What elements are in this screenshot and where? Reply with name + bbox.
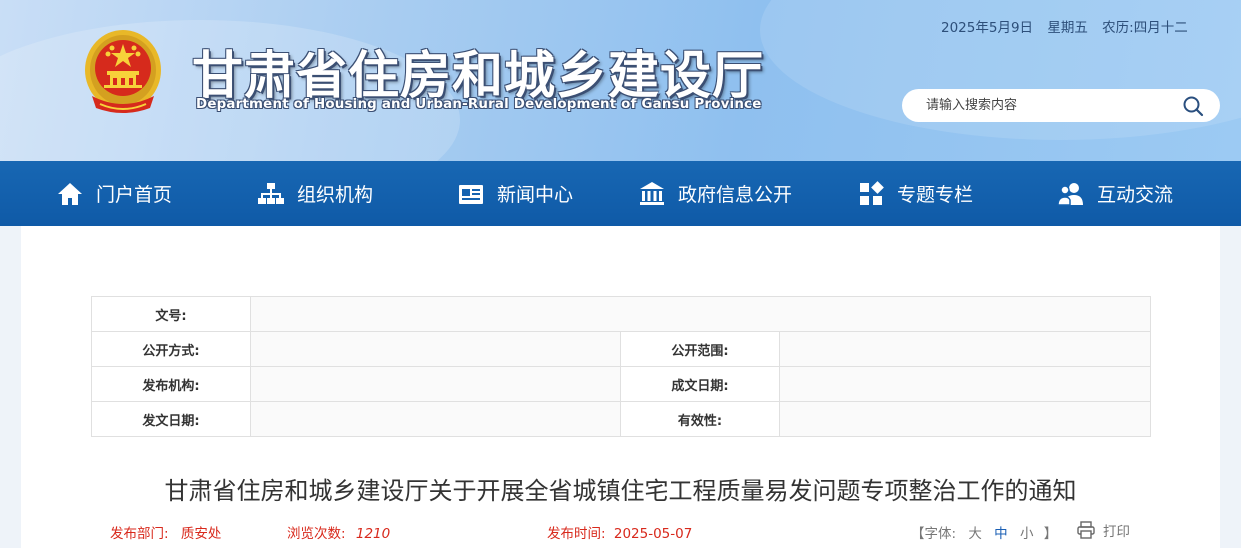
table-row: 发布机构: 成文日期:	[91, 366, 1151, 402]
font-size-label: 字体:	[924, 526, 957, 542]
publish-dept-value: 质安处	[180, 526, 222, 542]
font-large-button[interactable]: 大	[968, 526, 982, 542]
publish-time: 发布时间: 2025-05-07	[547, 522, 692, 542]
print-label: 打印	[1103, 524, 1130, 540]
disclosure-method-label: 公开方式:	[91, 331, 251, 367]
printer-icon	[1077, 521, 1095, 539]
document-meta-table: 文号: 公开方式: 公开范围: 发布机构: 成文日期: 发文日期: 有效性:	[91, 296, 1151, 437]
org-chart-icon	[258, 182, 284, 204]
issuer-label: 发布机构:	[91, 366, 251, 402]
article-title: 甘肃省住房和城乡建设厅关于开展全省城镇住宅工程质量易发问题专项整治工作的通知	[164, 477, 1077, 505]
nav-label: 专题专栏	[897, 184, 974, 206]
disclosure-method-value	[250, 331, 621, 367]
nav-item-special-topics[interactable]: 专题专栏	[857, 161, 973, 226]
table-row: 发文日期: 有效性:	[91, 401, 1151, 437]
article-info-bar: 发布部门: 质安处 浏览次数: 1210 发布时间: 2025-05-07 【字…	[21, 520, 1220, 546]
disclosure-scope-value	[779, 331, 1151, 367]
nav-label: 政府信息公开	[678, 184, 793, 206]
view-count-label: 浏览次数:	[287, 526, 346, 542]
created-date-value	[779, 366, 1151, 402]
print-button[interactable]: 打印	[1077, 520, 1130, 540]
nav-label: 门户首页	[96, 184, 173, 206]
issue-date-value	[250, 401, 621, 437]
created-date-label: 成文日期:	[620, 366, 780, 402]
nav-item-interaction[interactable]: 互动交流	[1057, 161, 1173, 226]
disclosure-scope-label: 公开范围:	[620, 331, 780, 367]
font-size-control: 【字体: 大 中 小 】	[911, 522, 1057, 542]
site-header: 甘肃省住房和城乡建设厅 Department of Housing and Ur…	[0, 0, 1241, 161]
bracket-open: 【	[911, 526, 925, 542]
users-icon	[1057, 182, 1083, 206]
table-row: 文号:	[91, 296, 1151, 332]
doc-number-value	[250, 296, 1151, 332]
nav-item-news[interactable]: 新闻中心	[457, 161, 573, 226]
nav-item-home[interactable]: 门户首页	[56, 161, 172, 226]
current-weekday: 星期五	[1047, 20, 1088, 36]
publish-dept: 发布部门: 质安处	[110, 522, 221, 542]
search-box	[902, 89, 1220, 122]
validity-label: 有效性:	[620, 401, 780, 437]
view-count-value: 1210	[355, 526, 391, 542]
publish-time-value: 2025-05-07	[613, 526, 693, 542]
nav-label: 组织机构	[297, 184, 374, 206]
font-small-button[interactable]: 小	[1020, 526, 1034, 542]
national-emblem-icon	[85, 30, 161, 113]
grid-icon	[860, 180, 884, 205]
nav-item-organization[interactable]: 组织机构	[257, 161, 373, 226]
main-nav: 门户首页 组织机构 新闻中心 政府信息公开 专题专栏 互动交流	[0, 161, 1241, 226]
nav-label: 新闻中心	[497, 184, 574, 206]
table-row: 公开方式: 公开范围:	[91, 331, 1151, 367]
view-count: 浏览次数: 1210	[287, 522, 390, 542]
nav-item-gov-info[interactable]: 政府信息公开	[638, 161, 792, 226]
publish-dept-label: 发布部门:	[110, 526, 169, 542]
font-medium-button[interactable]: 中	[994, 526, 1008, 542]
issue-date-label: 发文日期:	[91, 401, 251, 437]
issuer-value	[250, 366, 621, 402]
validity-value	[779, 401, 1151, 437]
main-content: 文号: 公开方式: 公开范围: 发布机构: 成文日期: 发文日期: 有效性: 甘…	[21, 226, 1220, 548]
bracket-close: 】	[1043, 526, 1058, 542]
doc-number-label: 文号:	[91, 296, 251, 332]
site-subtitle: Department of Housing and Urban-Rural De…	[196, 97, 762, 112]
search-input[interactable]	[926, 95, 1176, 116]
lunar-date: 农历:四月十二	[1102, 20, 1188, 36]
current-date: 2025年5月9日	[941, 20, 1034, 36]
home-icon	[58, 182, 82, 205]
search-icon[interactable]	[1182, 95, 1204, 117]
nav-label: 互动交流	[1097, 184, 1174, 206]
government-building-icon	[640, 181, 664, 205]
news-icon	[459, 184, 483, 204]
publish-time-label: 发布时间:	[547, 526, 606, 542]
date-display: 2025年5月9日 星期五 农历:四月十二	[941, 16, 1198, 36]
